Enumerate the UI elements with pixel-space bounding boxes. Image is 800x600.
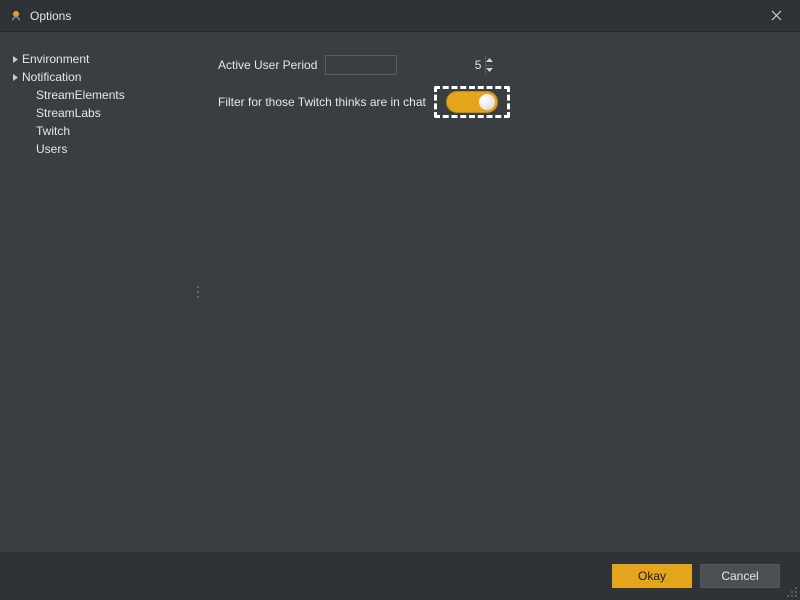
sidebar-item-twitch[interactable]: Twitch (22, 122, 198, 140)
sidebar-item-label: StreamElements (36, 88, 125, 102)
footer: Okay Cancel (0, 552, 800, 600)
active-user-period-spinner[interactable] (325, 55, 397, 75)
filter-chat-label: Filter for those Twitch thinks are in ch… (218, 95, 426, 109)
window-title: Options (30, 9, 71, 23)
filter-chat-toggle[interactable] (446, 91, 498, 113)
sidebar-item-label: Notification (22, 70, 81, 84)
sidebar-item-label: Twitch (36, 124, 70, 138)
splitter-handle[interactable] (197, 286, 199, 298)
sidebar-item-label: StreamLabs (36, 106, 101, 120)
spinner-up-icon[interactable] (486, 56, 493, 65)
content-panel: Active User Period Filter for those Twit… (202, 32, 800, 552)
cancel-button[interactable]: Cancel (700, 564, 780, 588)
resize-grip-icon[interactable] (784, 584, 798, 598)
row-filter-chat: Filter for those Twitch thinks are in ch… (218, 86, 784, 118)
row-active-user-period: Active User Period (218, 54, 784, 76)
active-user-period-input[interactable] (326, 56, 485, 74)
sidebar-item-environment[interactable]: Environment (22, 50, 198, 68)
sidebar-item-streamlabs[interactable]: StreamLabs (22, 104, 198, 122)
toggle-knob (479, 94, 495, 110)
main: Environment Notification StreamElements … (0, 32, 800, 552)
active-user-period-label: Active User Period (218, 58, 317, 72)
sidebar-item-streamelements[interactable]: StreamElements (22, 86, 198, 104)
app-icon (8, 8, 24, 24)
caret-right-icon (10, 72, 20, 82)
close-button[interactable] (758, 2, 794, 30)
titlebar: Options (0, 0, 800, 32)
sidebar-item-notification[interactable]: Notification (22, 68, 198, 86)
caret-right-icon (10, 54, 20, 64)
sidebar-item-label: Users (36, 142, 67, 156)
sidebar: Environment Notification StreamElements … (0, 32, 202, 552)
filter-chat-toggle-highlight (434, 86, 510, 118)
okay-button[interactable]: Okay (612, 564, 692, 588)
sidebar-item-users[interactable]: Users (22, 140, 198, 158)
sidebar-item-label: Environment (22, 52, 89, 66)
spinner-down-icon[interactable] (486, 65, 493, 75)
